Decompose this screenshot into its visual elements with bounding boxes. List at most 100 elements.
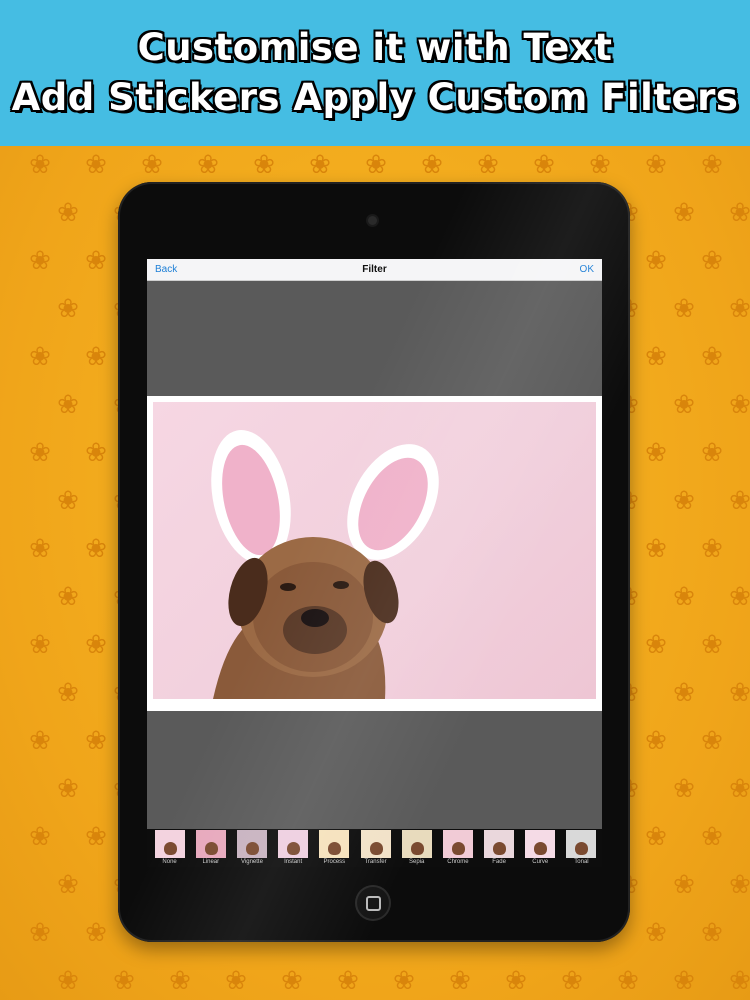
motif-icon: ❀ [645, 246, 667, 276]
back-button[interactable]: Back [147, 264, 185, 275]
filter-label: None [162, 859, 177, 865]
filter-preview-dog [287, 842, 301, 855]
home-button-icon[interactable] [355, 885, 391, 921]
filter-preview-dog [163, 842, 177, 855]
motif-icon: ❀ [57, 966, 79, 996]
motif-icon: ❀ [729, 774, 750, 804]
motif-icon: ❀ [673, 870, 695, 900]
motif-icon: ❀ [169, 966, 191, 996]
screen-title: Filter [362, 264, 387, 275]
promo-banner: Customise it with Text Add Stickers Appl… [0, 0, 750, 146]
filter-preview-image [525, 830, 556, 858]
filter-thumbnail-curve[interactable]: Curve [520, 829, 561, 867]
motif-icon: ❀ [701, 630, 723, 660]
filter-preview-image [360, 830, 391, 858]
filter-label: Tonal [574, 859, 589, 865]
banner-line-1: Customise it with Text [137, 26, 613, 69]
filter-preview-image [319, 830, 350, 858]
motif-icon: ❀ [85, 150, 107, 180]
filter-preview-dog [328, 842, 342, 855]
tablet-device: Back Filter OK None Linear Vignette Inst… [118, 182, 630, 942]
motif-icon: ❀ [673, 294, 695, 324]
filter-thumbnail-tonal[interactable]: Tonal [561, 829, 602, 867]
motif-icon: ❀ [617, 966, 639, 996]
filter-preview-image [442, 830, 473, 858]
motif-icon: ❀ [645, 726, 667, 756]
filter-thumbnail-none[interactable]: None [149, 829, 190, 867]
filter-thumbnail-instant[interactable]: Instant [273, 829, 314, 867]
navigation-bar: Back Filter OK [147, 259, 602, 281]
motif-icon: ❀ [421, 150, 443, 180]
motif-icon: ❀ [701, 342, 723, 372]
filter-thumbnail-transfer[interactable]: Transfer [355, 829, 396, 867]
motif-icon: ❀ [729, 966, 750, 996]
ok-button[interactable]: OK [572, 264, 602, 275]
filter-thumbnail-chrome[interactable]: Chrome [437, 829, 478, 867]
filter-preview-image [401, 830, 432, 858]
motif-icon: ❀ [393, 966, 415, 996]
motif-icon: ❀ [701, 534, 723, 564]
motif-icon: ❀ [29, 630, 51, 660]
photo-frame [147, 396, 602, 711]
filter-label: Vignette [241, 859, 263, 865]
motif-icon: ❀ [337, 966, 359, 996]
motif-icon: ❀ [729, 582, 750, 612]
filter-thumbnail-process[interactable]: Process [314, 829, 355, 867]
motif-icon: ❀ [589, 150, 611, 180]
motif-icon: ❀ [85, 438, 107, 468]
filter-thumbnail-fade[interactable]: Fade [479, 829, 520, 867]
motif-icon: ❀ [57, 486, 79, 516]
filter-preview-image [278, 830, 309, 858]
filter-thumbnail-sepia[interactable]: Sepia [396, 829, 437, 867]
home-square-glyph [365, 895, 381, 911]
motif-icon: ❀ [85, 630, 107, 660]
motif-icon: ❀ [729, 678, 750, 708]
motif-icon: ❀ [29, 918, 51, 948]
filter-thumbnail-vignette[interactable]: Vignette [231, 829, 272, 867]
motif-icon: ❀ [701, 150, 723, 180]
motif-icon: ❀ [645, 342, 667, 372]
filter-label: Sepia [409, 859, 425, 865]
motif-icon: ❀ [561, 966, 583, 996]
motif-icon: ❀ [85, 822, 107, 852]
motif-icon: ❀ [253, 150, 275, 180]
motif-icon: ❀ [673, 390, 695, 420]
motif-icon: ❀ [645, 438, 667, 468]
motif-icon: ❀ [729, 294, 750, 324]
filter-label: Curve [532, 859, 549, 865]
banner-line-2: Add Stickers Apply Custom Filters [11, 76, 739, 119]
motif-icon: ❀ [701, 822, 723, 852]
motif-icon: ❀ [113, 966, 135, 996]
app-screen: Back Filter OK None Linear Vignette Inst… [147, 259, 602, 867]
filter-label: Transfer [364, 859, 387, 865]
motif-icon: ❀ [673, 198, 695, 228]
motif-icon: ❀ [729, 390, 750, 420]
filter-preview-image [484, 830, 515, 858]
motif-icon: ❀ [645, 630, 667, 660]
motif-icon: ❀ [645, 534, 667, 564]
motif-icon: ❀ [645, 918, 667, 948]
motif-icon: ❀ [729, 870, 750, 900]
motif-icon: ❀ [141, 150, 163, 180]
filter-thumbnail-linear[interactable]: Linear [190, 829, 231, 867]
motif-icon: ❀ [533, 150, 555, 180]
filter-label: Process [323, 859, 346, 865]
motif-icon: ❀ [197, 150, 219, 180]
motif-icon: ❀ [29, 438, 51, 468]
motif-icon: ❀ [85, 918, 107, 948]
dog-with-bunny-ears-image [211, 430, 439, 699]
motif-icon: ❀ [449, 966, 471, 996]
motif-icon: ❀ [85, 726, 107, 756]
motif-icon: ❀ [85, 342, 107, 372]
motif-icon: ❀ [701, 726, 723, 756]
motif-icon: ❀ [701, 918, 723, 948]
motif-icon: ❀ [57, 870, 79, 900]
filter-preview-dog [493, 842, 507, 855]
photo-preview [153, 402, 596, 699]
camera-icon [368, 216, 377, 225]
motif-icon: ❀ [729, 198, 750, 228]
filter-label: Instant [284, 859, 303, 865]
motif-icon: ❀ [309, 150, 331, 180]
motif-icon: ❀ [57, 390, 79, 420]
motif-icon: ❀ [701, 246, 723, 276]
